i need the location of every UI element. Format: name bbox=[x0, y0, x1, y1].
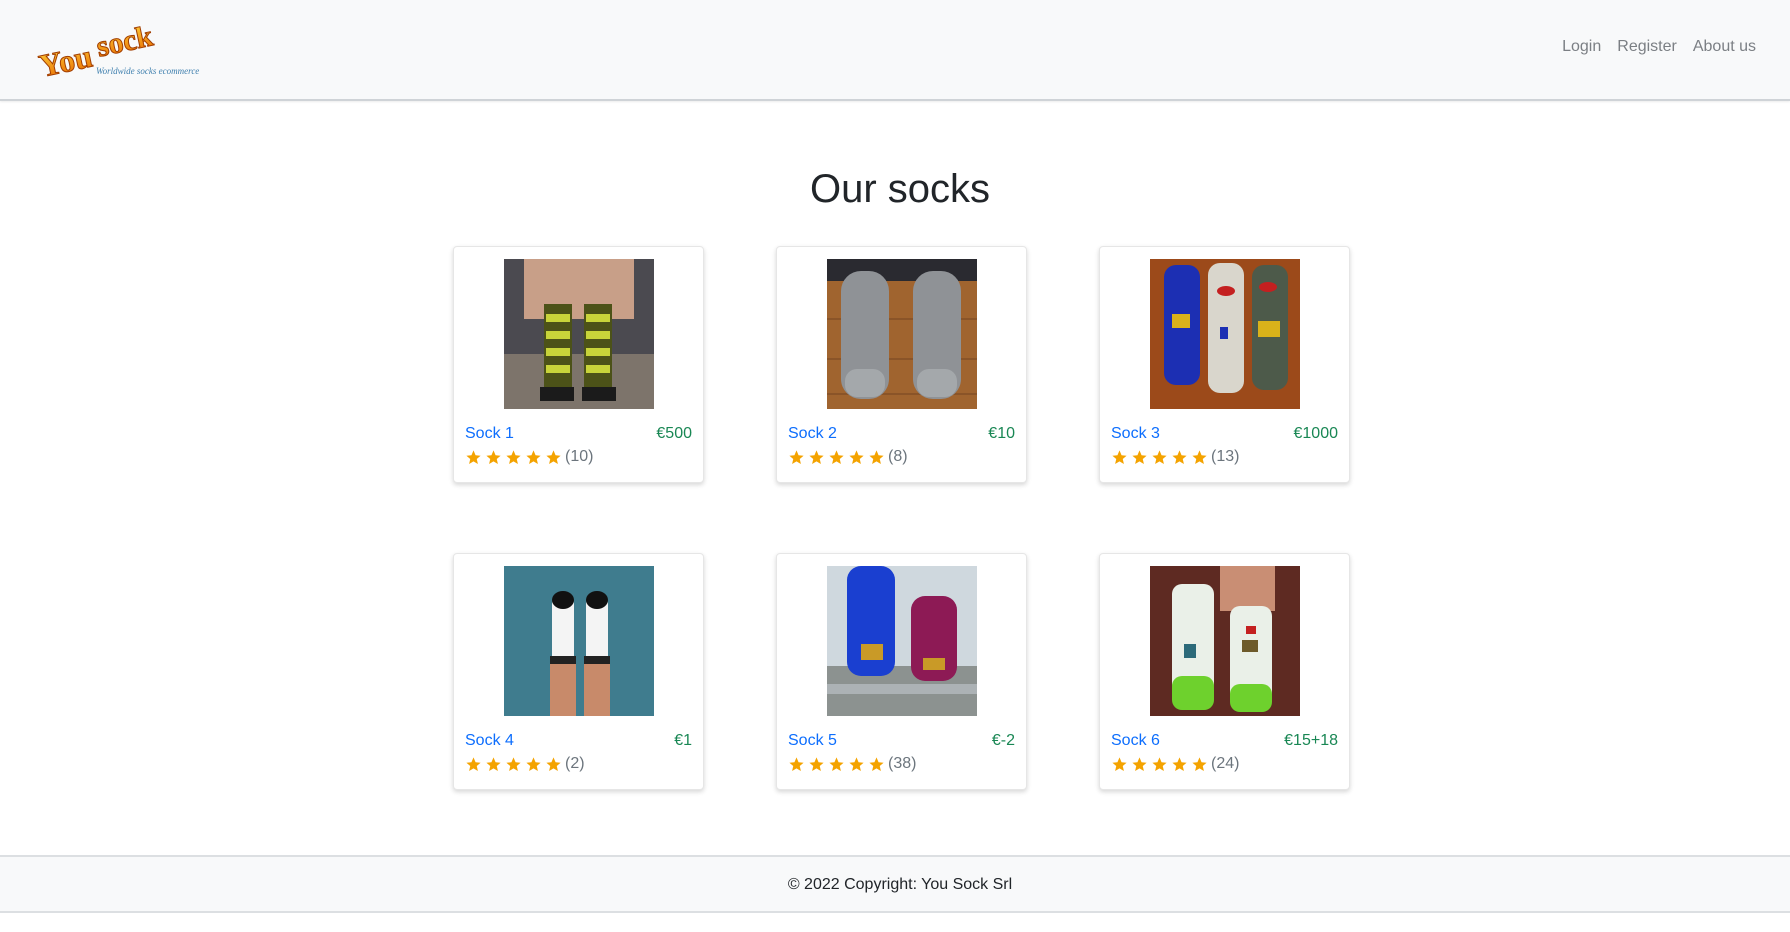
star-icon bbox=[526, 449, 541, 464]
star-icon bbox=[1152, 756, 1167, 771]
product-rating: (2) bbox=[465, 755, 585, 773]
star-icon bbox=[466, 756, 481, 771]
product-image[interactable] bbox=[1150, 259, 1300, 409]
rating-stars bbox=[788, 449, 885, 466]
star-icon bbox=[1192, 449, 1207, 464]
star-icon bbox=[546, 449, 561, 464]
product-image[interactable] bbox=[827, 566, 977, 716]
product-card[interactable]: Sock 5 €-2 (38) bbox=[776, 553, 1027, 790]
star-icon bbox=[1132, 449, 1147, 464]
star-icon bbox=[1172, 756, 1187, 771]
product-rating: (24) bbox=[1111, 755, 1239, 773]
nav-about-link[interactable]: About us bbox=[1693, 38, 1756, 56]
star-icon bbox=[486, 449, 501, 464]
product-card[interactable]: Sock 2 €10 (8) bbox=[776, 246, 1027, 483]
product-image[interactable] bbox=[827, 259, 977, 409]
product-name-link[interactable]: Sock 3 bbox=[1111, 425, 1160, 443]
star-icon bbox=[809, 449, 824, 464]
star-icon bbox=[869, 449, 884, 464]
navbar: You sock Worldwide socks ecommerce Login… bbox=[0, 0, 1790, 101]
star-icon bbox=[546, 756, 561, 771]
svg-text:Worldwide socks ecommerce: Worldwide socks ecommerce bbox=[96, 66, 199, 76]
rating-stars bbox=[788, 756, 885, 773]
footer: © 2022 Copyright: You Sock Srl bbox=[0, 855, 1790, 913]
product-image[interactable] bbox=[1150, 566, 1300, 716]
star-icon bbox=[526, 756, 541, 771]
svg-text:sock: sock bbox=[94, 19, 157, 63]
product-image[interactable] bbox=[504, 259, 654, 409]
review-count: (2) bbox=[565, 755, 585, 772]
product-rating: (10) bbox=[465, 448, 593, 466]
brand-logo[interactable]: You sock Worldwide socks ecommerce bbox=[35, 14, 206, 86]
rating-stars bbox=[465, 449, 562, 466]
star-icon bbox=[869, 756, 884, 771]
product-name-link[interactable]: Sock 2 bbox=[788, 425, 837, 443]
star-icon bbox=[789, 449, 804, 464]
review-count: (38) bbox=[888, 755, 917, 772]
star-icon bbox=[789, 756, 804, 771]
review-count: (10) bbox=[565, 448, 594, 465]
product-image[interactable] bbox=[504, 566, 654, 716]
copyright-text: © 2022 Copyright: You Sock Srl bbox=[787, 876, 1013, 893]
product-name-link[interactable]: Sock 6 bbox=[1111, 732, 1160, 750]
product-rating: (38) bbox=[788, 755, 916, 773]
product-price: €15+18 bbox=[1284, 732, 1338, 749]
nav-login-link[interactable]: Login bbox=[1562, 38, 1601, 56]
logo-image: You sock Worldwide socks ecommerce bbox=[35, 19, 199, 84]
rating-stars bbox=[465, 756, 562, 773]
star-icon bbox=[486, 756, 501, 771]
star-icon bbox=[506, 756, 521, 771]
review-count: (8) bbox=[888, 448, 908, 465]
svg-text:You: You bbox=[36, 38, 96, 84]
product-price: €1 bbox=[674, 732, 692, 749]
product-price: €-2 bbox=[991, 732, 1015, 749]
star-icon bbox=[1172, 449, 1187, 464]
product-price: €1000 bbox=[1293, 425, 1339, 442]
star-icon bbox=[1112, 449, 1127, 464]
product-name-link[interactable]: Sock 5 bbox=[788, 732, 837, 750]
product-card[interactable]: Sock 3 €1000 (13) bbox=[1099, 246, 1350, 483]
product-card[interactable]: Sock 6 €15+18 (24) bbox=[1099, 553, 1350, 790]
review-count: (13) bbox=[1211, 448, 1240, 465]
star-icon bbox=[1132, 756, 1147, 771]
star-icon bbox=[849, 756, 864, 771]
product-card[interactable]: Sock 1 €500 (10) bbox=[453, 246, 704, 483]
review-count: (24) bbox=[1211, 755, 1240, 772]
star-icon bbox=[829, 449, 844, 464]
rating-stars bbox=[1111, 756, 1208, 773]
star-icon bbox=[1192, 756, 1207, 771]
star-icon bbox=[849, 449, 864, 464]
product-price: €10 bbox=[988, 425, 1015, 442]
star-icon bbox=[1152, 449, 1167, 464]
star-icon bbox=[506, 449, 521, 464]
nav-register-link[interactable]: Register bbox=[1617, 38, 1677, 56]
star-icon bbox=[1112, 756, 1127, 771]
product-rating: (8) bbox=[788, 448, 908, 466]
product-price: €500 bbox=[656, 425, 692, 442]
rating-stars bbox=[1111, 449, 1208, 466]
star-icon bbox=[809, 756, 824, 771]
star-icon bbox=[466, 449, 481, 464]
product-card[interactable]: Sock 4 €1 (2) bbox=[453, 553, 704, 790]
product-name-link[interactable]: Sock 4 bbox=[465, 732, 514, 750]
product-name-link[interactable]: Sock 1 bbox=[465, 425, 514, 443]
nav-links: Login Register About us bbox=[1562, 38, 1756, 56]
star-icon bbox=[829, 756, 844, 771]
page-title: Our socks bbox=[809, 167, 991, 211]
product-rating: (13) bbox=[1111, 448, 1239, 466]
